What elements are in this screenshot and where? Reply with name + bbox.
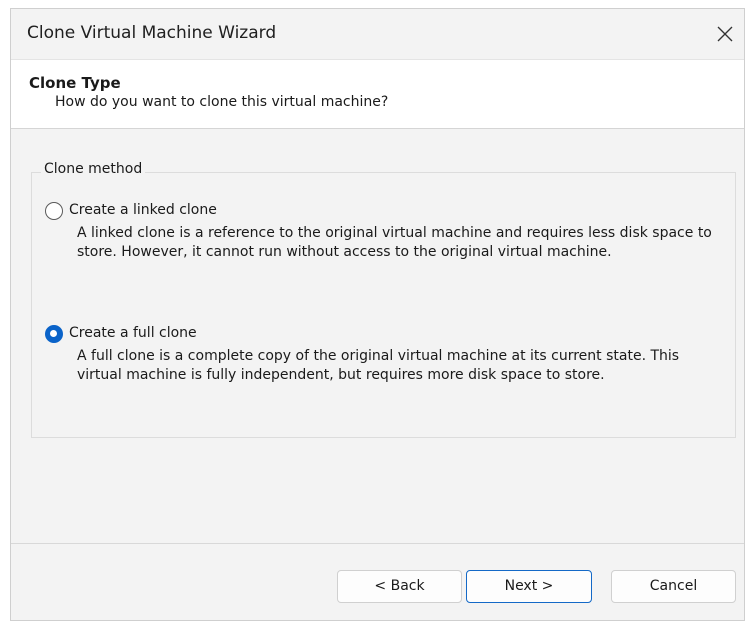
close-button[interactable] (704, 15, 744, 53)
full-clone-radio[interactable] (45, 325, 63, 343)
full-clone-label[interactable]: Create a full clone (69, 325, 197, 341)
wizard-header: Clone Type How do you want to clone this… (11, 59, 744, 129)
next-button[interactable]: Next > (466, 570, 592, 603)
page-subtitle: How do you want to clone this virtual ma… (55, 94, 389, 110)
window-title: Clone Virtual Machine Wizard (27, 23, 277, 43)
wizard-window: Clone Virtual Machine Wizard Clone Type … (10, 8, 745, 621)
clone-method-legend: Clone method (41, 161, 146, 177)
full-clone-description: A full clone is a complete copy of the o… (77, 348, 680, 383)
linked-clone-description: A linked clone is a reference to the ori… (77, 225, 712, 260)
footer-divider (11, 543, 744, 544)
cancel-button[interactable]: Cancel (611, 570, 736, 603)
page-title: Clone Type (29, 74, 121, 92)
linked-clone-label[interactable]: Create a linked clone (69, 202, 217, 218)
title-bar: Clone Virtual Machine Wizard (11, 9, 744, 59)
back-button[interactable]: < Back (337, 570, 462, 603)
close-icon (717, 26, 733, 42)
linked-clone-radio[interactable] (45, 202, 63, 220)
